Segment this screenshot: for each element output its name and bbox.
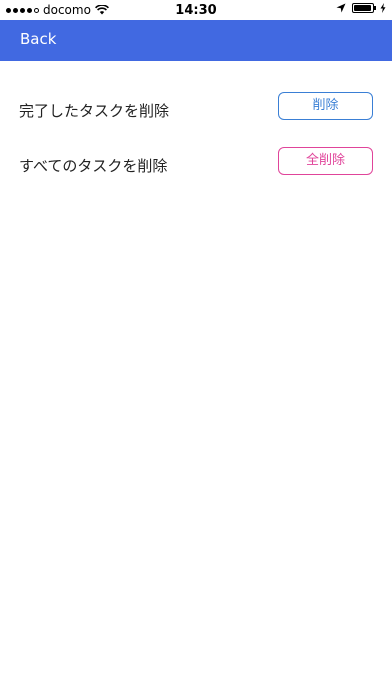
- location-arrow-icon: [336, 3, 346, 13]
- back-button[interactable]: Back: [20, 30, 56, 48]
- delete-all-row: すべてのタスクを削除 全削除: [0, 147, 392, 187]
- battery-icon: [352, 3, 376, 13]
- delete-completed-row: 完了したタスクを削除 削除: [0, 92, 392, 132]
- battery-fill: [354, 5, 372, 11]
- navigation-bar: Back: [0, 20, 392, 61]
- delete-completed-label: 完了したタスクを削除: [19, 102, 170, 120]
- status-right: [336, 3, 386, 13]
- status-bar: docomo 14:30: [0, 0, 392, 20]
- delete-completed-button[interactable]: 削除: [278, 92, 373, 120]
- status-time: 14:30: [175, 3, 217, 18]
- delete-all-button[interactable]: 全削除: [278, 147, 373, 175]
- charging-bolt-icon: [380, 3, 386, 13]
- delete-all-label: すべてのタスクを削除: [19, 157, 168, 175]
